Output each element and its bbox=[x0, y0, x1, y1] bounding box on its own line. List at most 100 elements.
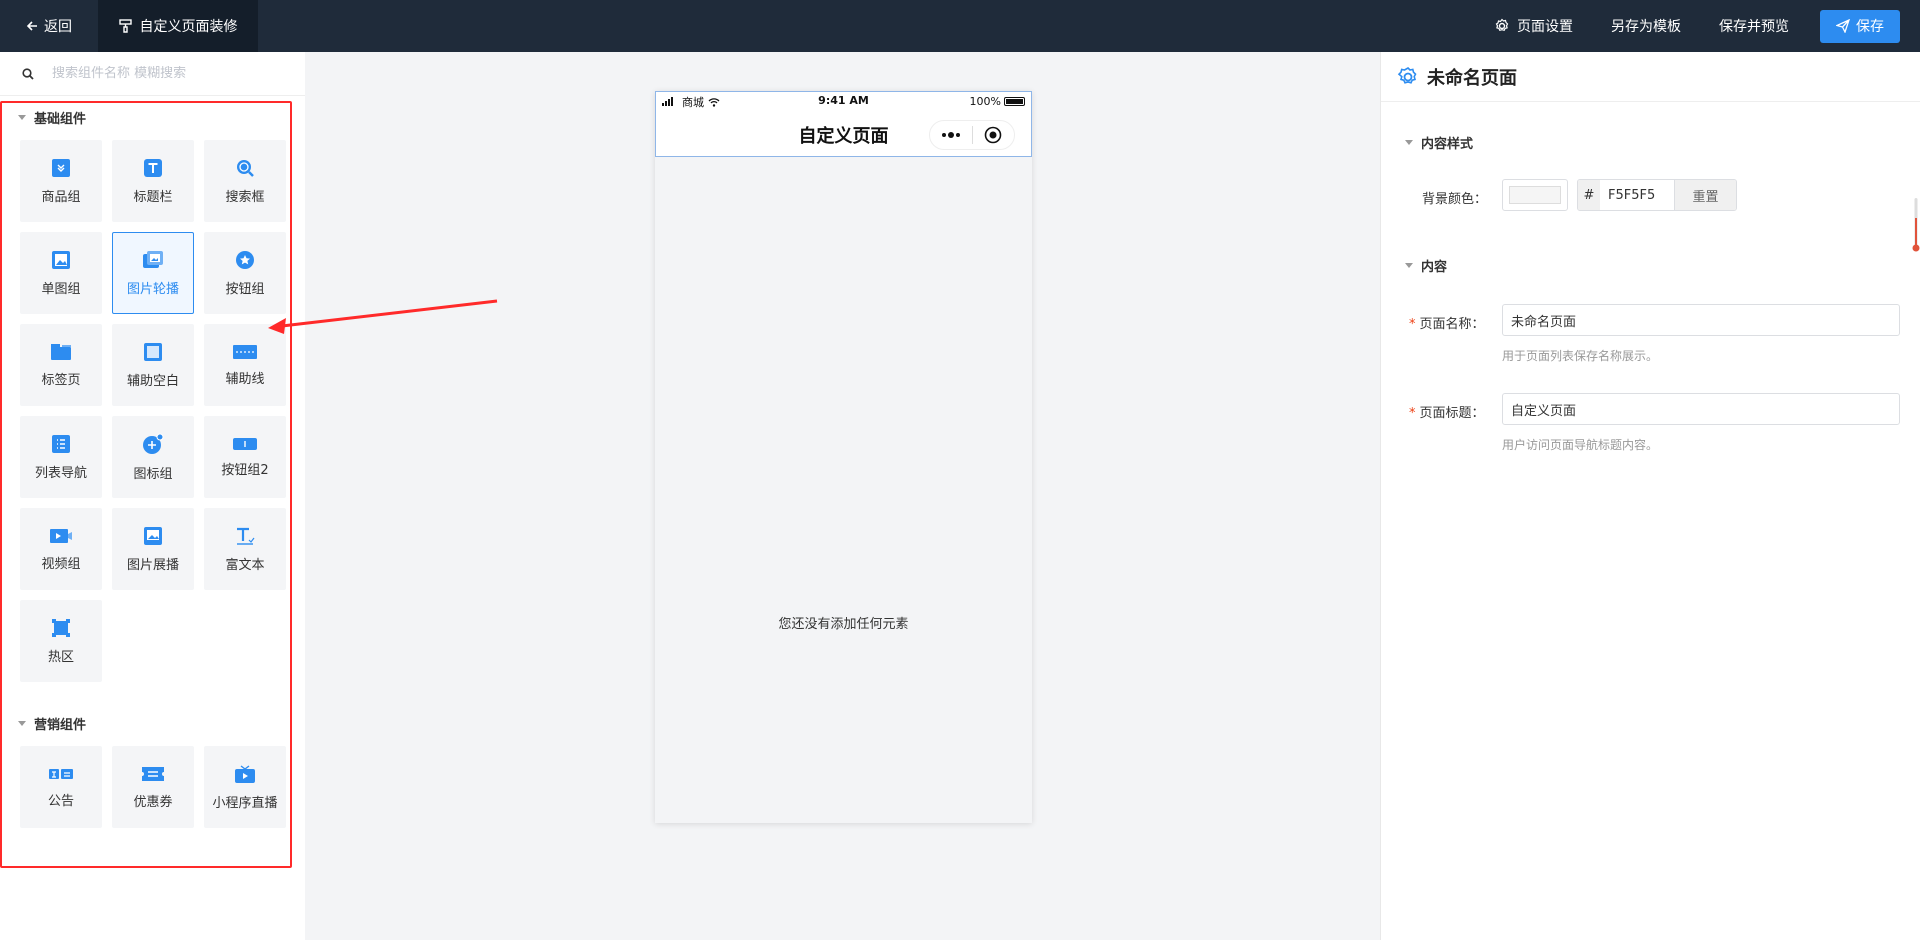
scroll-thermometer-icon[interactable] bbox=[1912, 198, 1920, 254]
marketing-components-header[interactable]: 营销组件 bbox=[18, 714, 86, 733]
collapse-caret-icon bbox=[1405, 140, 1413, 145]
search-input[interactable] bbox=[52, 66, 292, 81]
tile-label: 列表导航 bbox=[34, 465, 87, 481]
annotation-arrow bbox=[268, 299, 498, 334]
save-as-template-button[interactable]: 另存为模板 bbox=[1592, 0, 1700, 52]
content-section-header[interactable]: 内容 bbox=[1405, 256, 1447, 275]
send-icon bbox=[1836, 19, 1850, 33]
tile-announcement[interactable]: 公告 bbox=[20, 746, 102, 828]
tile-hotspot[interactable]: 热区 bbox=[20, 600, 102, 682]
save-label: 保存 bbox=[1856, 19, 1884, 35]
image-showcase-icon bbox=[144, 526, 162, 545]
button-group2-icon bbox=[233, 437, 257, 450]
mini-program-capsule bbox=[929, 120, 1015, 150]
reset-color-button[interactable]: 重置 bbox=[1674, 180, 1736, 210]
phone-header: 商城 9:41 AM 100% 自定义页面 bbox=[655, 91, 1032, 157]
panel-title: 未命名页面 bbox=[1427, 67, 1517, 89]
tile-label: 富文本 bbox=[225, 557, 265, 573]
tile-label: 优惠券 bbox=[133, 794, 173, 810]
tile-carousel[interactable]: 图片轮播 bbox=[112, 232, 194, 314]
tile-label: 单图组 bbox=[41, 281, 81, 297]
save-button[interactable]: 保存 bbox=[1820, 9, 1900, 43]
hotspot-icon bbox=[52, 618, 70, 637]
page-name-label-group: * 页面名称： bbox=[1409, 313, 1485, 332]
component-sidebar: 基础组件 商品组 标题栏 搜索框 单图组 图片轮播 按钮组 标签页 bbox=[0, 52, 305, 940]
tile-label: 按钮组 bbox=[225, 281, 265, 297]
tile-tabs[interactable]: 标签页 bbox=[20, 324, 102, 406]
page-title-tab: 自定义页面装修 bbox=[98, 0, 258, 52]
basic-components-title: 基础组件 bbox=[34, 112, 87, 127]
page-settings-button[interactable]: 页面设置 bbox=[1475, 0, 1592, 52]
tile-live-stream[interactable]: 小程序直播 bbox=[204, 746, 286, 828]
tile-rich-text[interactable]: 富文本 bbox=[204, 508, 286, 590]
page-name-input[interactable] bbox=[1502, 304, 1900, 336]
tile-label: 辅助空白 bbox=[126, 373, 179, 389]
tile-label: 小程序直播 bbox=[212, 795, 278, 811]
battery-percent: 100% bbox=[969, 95, 1001, 108]
tabs-icon bbox=[51, 343, 71, 360]
tile-label: 辅助线 bbox=[225, 371, 265, 387]
tile-title-bar[interactable]: 标题栏 bbox=[112, 140, 194, 222]
marketing-components-title: 营销组件 bbox=[34, 718, 87, 733]
tile-single-image[interactable]: 单图组 bbox=[20, 232, 102, 314]
content-style-title: 内容样式 bbox=[1421, 137, 1474, 152]
properties-panel: 未命名页面 内容样式 背景颜色： # 重置 内容 *页面名称： 用于页面列表保存… bbox=[1380, 52, 1920, 940]
search-box-icon bbox=[237, 159, 254, 177]
tile-list-nav[interactable]: 列表导航 bbox=[20, 416, 102, 498]
tile-video-group[interactable]: 视频组 bbox=[20, 508, 102, 590]
tile-product-group[interactable]: 商品组 bbox=[20, 140, 102, 222]
tile-label: 按钮组2 bbox=[221, 462, 269, 478]
tile-label: 视频组 bbox=[41, 556, 81, 572]
required-mark: * bbox=[1409, 317, 1416, 332]
rich-text-icon bbox=[237, 527, 255, 545]
page-title-input[interactable] bbox=[1502, 393, 1900, 425]
top-bar: 返回 自定义页面装修 页面设置 另存为模板 保存并预览 保存 bbox=[0, 0, 1920, 52]
tile-icon-group[interactable]: 图标组 bbox=[112, 416, 194, 498]
empty-canvas-message: 您还没有添加任何元素 bbox=[778, 617, 909, 632]
panel-header: 未命名页面 bbox=[1381, 52, 1920, 102]
tile-image-showcase[interactable]: 图片展播 bbox=[112, 508, 194, 590]
page-title-label-group: * 页面标题： bbox=[1409, 402, 1485, 421]
bg-color-label: 背景颜色： bbox=[1422, 192, 1488, 207]
paint-roller-icon bbox=[118, 19, 132, 33]
save-and-preview-label: 保存并预览 bbox=[1719, 19, 1789, 35]
settings-gear-icon bbox=[1397, 66, 1417, 84]
tile-label: 搜索框 bbox=[225, 189, 265, 205]
bg-color-hex-input[interactable] bbox=[1600, 180, 1674, 210]
tile-label: 图标组 bbox=[133, 466, 173, 482]
hash-prefix: # bbox=[1578, 180, 1600, 210]
bg-color-hex-group: # 重置 bbox=[1577, 179, 1737, 211]
more-dots-icon[interactable] bbox=[930, 131, 972, 139]
carousel-icon bbox=[143, 250, 163, 268]
marketing-components-grid: 公告 优惠券 小程序直播 bbox=[20, 746, 286, 828]
required-mark: * bbox=[1409, 406, 1416, 421]
tile-coupon[interactable]: 优惠券 bbox=[112, 746, 194, 828]
tile-label: 公告 bbox=[47, 793, 74, 809]
tile-search-box[interactable]: 搜索框 bbox=[204, 140, 286, 222]
collapse-caret-icon bbox=[18, 721, 26, 726]
tile-label: 图片展播 bbox=[126, 557, 179, 573]
back-button[interactable]: 返回 bbox=[0, 0, 98, 52]
phone-preview: 商城 9:41 AM 100% 自定义页面 您还没有添加任何元素 bbox=[655, 91, 1032, 823]
close-target-icon[interactable] bbox=[972, 126, 1014, 144]
battery-icon bbox=[1004, 97, 1025, 106]
tile-blank-space[interactable]: 辅助空白 bbox=[112, 324, 194, 406]
basic-components-header[interactable]: 基础组件 bbox=[18, 108, 86, 127]
tile-label: 商品组 bbox=[41, 189, 81, 205]
button-group-icon bbox=[236, 250, 254, 269]
bg-color-picker[interactable] bbox=[1502, 179, 1568, 211]
icon-group-icon bbox=[143, 433, 164, 454]
page-title-label: 页面标题： bbox=[1419, 406, 1485, 421]
blank-space-icon bbox=[144, 342, 162, 361]
title-bar-icon bbox=[144, 158, 162, 177]
content-style-section-header[interactable]: 内容样式 bbox=[1405, 133, 1473, 152]
save-and-preview-button[interactable]: 保存并预览 bbox=[1700, 0, 1808, 52]
page-name-label: 页面名称： bbox=[1419, 317, 1485, 332]
back-label: 返回 bbox=[44, 19, 72, 35]
tile-button-group2[interactable]: 按钮组2 bbox=[204, 416, 286, 498]
arrow-left-icon bbox=[26, 21, 37, 31]
search-icon bbox=[22, 67, 34, 80]
tile-label: 热区 bbox=[47, 649, 74, 665]
divider-line-icon bbox=[233, 344, 257, 359]
page-name-hint: 用于页面列表保存名称展示。 bbox=[1502, 349, 1659, 363]
